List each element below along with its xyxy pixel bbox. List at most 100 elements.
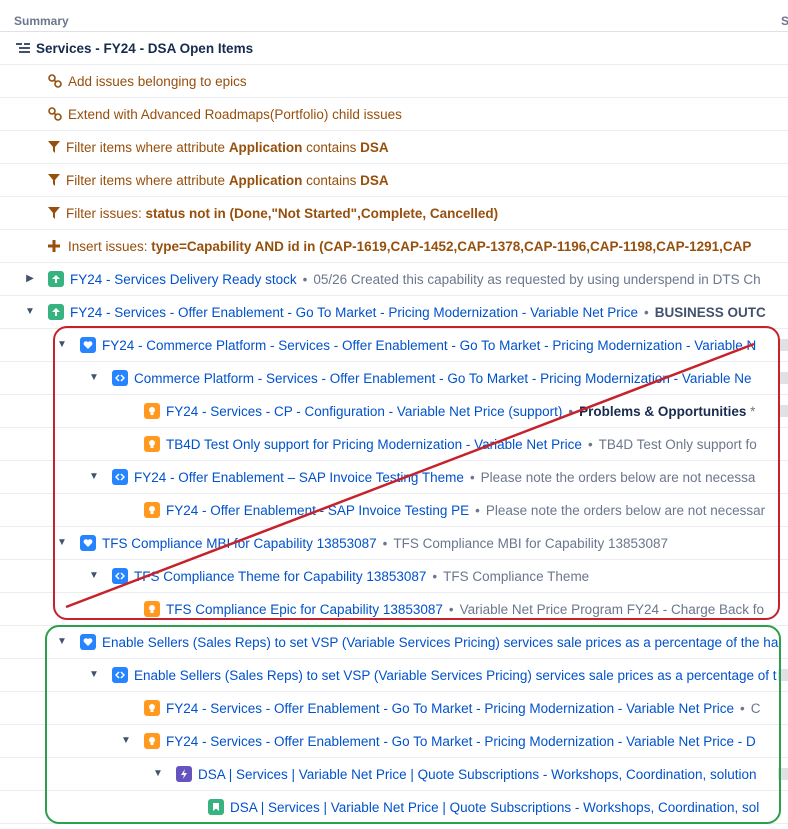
- capability-icon: [48, 271, 64, 287]
- issue-title[interactable]: Enable Sellers (Sales Reps) to set VSP (…: [102, 635, 778, 650]
- initiative-heart-icon: [80, 535, 96, 551]
- chevron-down-icon[interactable]: ▼: [56, 537, 68, 549]
- issue-title[interactable]: FY24 - Services - CP - Configuration - V…: [166, 404, 562, 419]
- epic-bulb-icon: [144, 502, 160, 518]
- rule-prefix: Filter items where attribute: [66, 139, 229, 155]
- issue-row[interactable]: ▼ Commerce Platform - Services - Offer E…: [0, 362, 788, 395]
- issue-row[interactable]: TFS Compliance Epic for Capability 13853…: [0, 593, 788, 626]
- issue-title[interactable]: FY24 - Services - Offer Enablement - Go …: [166, 734, 756, 749]
- rule-row[interactable]: Extend with Advanced Roadmaps(Portfolio)…: [0, 98, 788, 131]
- issue-row[interactable]: DSA | Services | Variable Net Price | Qu…: [0, 791, 788, 824]
- filter-icon: [48, 174, 60, 186]
- rule-attribute: Application: [228, 139, 303, 155]
- issue-row[interactable]: ▶ FY24 - Services Delivery Ready stock •…: [0, 263, 788, 296]
- column-header: Summary S: [0, 0, 788, 32]
- issue-title[interactable]: Enable Sellers (Sales Reps) to set VSP (…: [134, 668, 777, 683]
- epic-bulb-icon: [144, 403, 160, 419]
- chevron-right-icon[interactable]: ▶: [24, 273, 36, 285]
- chevron-down-icon[interactable]: ▼: [24, 306, 36, 318]
- theme-code-icon: [112, 568, 128, 584]
- chevron-down-icon[interactable]: ▼: [88, 372, 100, 384]
- rule-row[interactable]: Insert issues: type=Capability AND id in…: [0, 230, 788, 263]
- issue-title[interactable]: TFS Compliance Epic for Capability 13853…: [166, 602, 443, 617]
- issue-title[interactable]: FY24 - Offer Enablement - SAP Invoice Te…: [166, 503, 469, 518]
- link-icon: [48, 107, 62, 121]
- issue-title[interactable]: FY24 - Commerce Platform - Services - Of…: [102, 338, 756, 353]
- issue-title[interactable]: Commerce Platform - Services - Offer Ena…: [134, 371, 751, 386]
- rule-value: DSA: [360, 172, 389, 188]
- filter-icon: [48, 141, 60, 153]
- issue-description: 05/26 Created this capability as request…: [313, 271, 761, 287]
- chevron-down-icon[interactable]: ▼: [56, 636, 68, 648]
- issue-description-tail: *: [746, 403, 756, 419]
- rule-operator: contains: [302, 139, 361, 155]
- issue-row[interactable]: ▼ Enable Sellers (Sales Reps) to set VSP…: [0, 626, 788, 659]
- rule-prefix: Filter items where attribute: [66, 172, 229, 188]
- rule-row[interactable]: Filter items where attribute Application…: [0, 131, 788, 164]
- structure-root-row[interactable]: Services - FY24 - DSA Open Items: [0, 32, 788, 65]
- chevron-down-icon[interactable]: ▼: [88, 471, 100, 483]
- issue-title[interactable]: FY24 - Services Delivery Ready stock: [70, 272, 297, 287]
- epic-bulb-icon: [144, 601, 160, 617]
- issue-row[interactable]: FY24 - Services - Offer Enablement - Go …: [0, 692, 788, 725]
- issue-row[interactable]: ▼ FY24 - Offer Enablement – SAP Invoice …: [0, 461, 788, 494]
- rule-operator: contains: [302, 172, 361, 188]
- subtask-lightning-icon: [176, 766, 192, 782]
- issue-title[interactable]: FY24 - Services - Offer Enablement - Go …: [70, 305, 638, 320]
- chevron-down-icon[interactable]: ▼: [120, 735, 132, 747]
- rule-text: Add issues belonging to epics: [68, 73, 247, 89]
- issue-title[interactable]: DSA | Services | Variable Net Price | Qu…: [230, 800, 759, 815]
- issue-row[interactable]: ▼ FY24 - Commerce Platform - Services - …: [0, 329, 788, 362]
- rule-query: status not in (Done,"Not Started",Comple…: [145, 205, 499, 221]
- filter-icon: [48, 207, 60, 219]
- issue-row[interactable]: ▼ TFS Compliance Theme for Capability 13…: [0, 560, 788, 593]
- rule-attribute: Application: [228, 172, 303, 188]
- chevron-down-icon[interactable]: ▼: [152, 768, 164, 780]
- issue-title[interactable]: DSA | Services | Variable Net Price | Qu…: [198, 767, 757, 782]
- theme-code-icon: [112, 469, 128, 485]
- issue-row[interactable]: ▼ FY24 - Services - Offer Enablement - G…: [0, 296, 788, 329]
- rule-row[interactable]: Add issues belonging to epics: [0, 65, 788, 98]
- link-icon: [48, 74, 62, 88]
- theme-code-icon: [112, 667, 128, 683]
- issue-row[interactable]: ▼ TFS Compliance MBI for Capability 1385…: [0, 527, 788, 560]
- issue-description: C: [750, 700, 761, 716]
- rule-row[interactable]: Filter issues: status not in (Done,"Not …: [0, 197, 788, 230]
- rule-row[interactable]: Filter items where attribute Application…: [0, 164, 788, 197]
- issue-description: Please note the orders below are not nec…: [480, 469, 756, 485]
- issue-title[interactable]: TB4D Test Only support for Pricing Moder…: [166, 437, 582, 452]
- epic-bulb-icon: [144, 436, 160, 452]
- plus-icon: [48, 240, 60, 252]
- rule-text: Extend with Advanced Roadmaps(Portfolio)…: [68, 106, 402, 122]
- issue-row[interactable]: ▼ FY24 - Services - Offer Enablement - G…: [0, 725, 788, 758]
- capability-icon: [48, 304, 64, 320]
- epic-bulb-icon: [144, 700, 160, 716]
- issue-description: Please note the orders below are not nec…: [485, 502, 766, 518]
- theme-code-icon: [112, 370, 128, 386]
- rule-value: DSA: [360, 139, 389, 155]
- chevron-down-icon[interactable]: ▼: [88, 669, 100, 681]
- initiative-heart-icon: [80, 634, 96, 650]
- summary-column-header[interactable]: Summary: [14, 14, 69, 28]
- issue-title[interactable]: FY24 - Offer Enablement – SAP Invoice Te…: [134, 470, 464, 485]
- chevron-down-icon[interactable]: ▼: [56, 339, 68, 351]
- rule-prefix: Insert issues:: [68, 238, 152, 254]
- issue-row[interactable]: TB4D Test Only support for Pricing Moder…: [0, 428, 788, 461]
- issue-title[interactable]: TFS Compliance MBI for Capability 138530…: [102, 536, 377, 551]
- issue-row[interactable]: ▼ Enable Sellers (Sales Reps) to set VSP…: [0, 659, 788, 692]
- issue-row[interactable]: ▼ DSA | Services | Variable Net Price | …: [0, 758, 788, 791]
- issue-row[interactable]: FY24 - Services - CP - Configuration - V…: [0, 395, 788, 428]
- issue-title[interactable]: TFS Compliance Theme for Capability 1385…: [134, 569, 426, 584]
- epic-bulb-icon: [144, 733, 160, 749]
- issue-description: TFS Compliance Theme: [443, 568, 590, 584]
- story-bookmark-icon: [208, 799, 224, 815]
- issue-description-bold: BUSINESS OUTC: [654, 304, 766, 320]
- issue-description: Variable Net Price Program FY24 - Charge…: [459, 601, 765, 617]
- rule-prefix: Filter issues:: [66, 205, 146, 221]
- chevron-down-icon[interactable]: ▼: [88, 570, 100, 582]
- issue-title[interactable]: FY24 - Services - Offer Enablement - Go …: [166, 701, 734, 716]
- issue-description-bold: Problems & Opportunities: [579, 403, 747, 419]
- rule-query: type=Capability AND id in (CAP-1619,CAP-…: [151, 238, 752, 254]
- issue-row[interactable]: FY24 - Offer Enablement - SAP Invoice Te…: [0, 494, 788, 527]
- next-column-header[interactable]: S: [781, 14, 788, 28]
